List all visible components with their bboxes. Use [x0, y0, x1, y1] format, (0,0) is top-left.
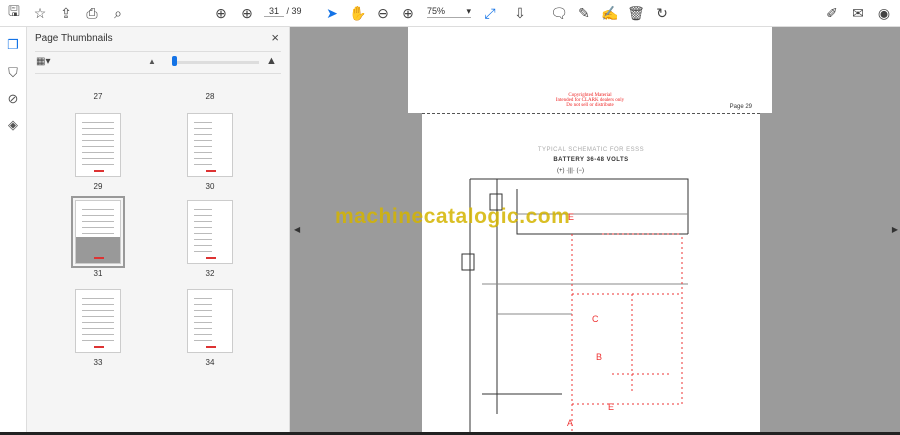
print-icon[interactable]: ⎙	[82, 4, 102, 22]
bookmark-star-icon[interactable]: ☆	[30, 4, 50, 22]
thumbnail-label: 27	[93, 92, 103, 101]
large-thumbs-icon[interactable]: ▲	[266, 55, 277, 67]
total-pages: / 39	[286, 6, 302, 16]
delete-icon[interactable]: 🗑	[626, 4, 646, 22]
panel-title: Page Thumbnails	[35, 33, 113, 44]
email-icon[interactable]: ✉	[848, 4, 868, 22]
account-icon[interactable]: ◉	[874, 4, 894, 22]
page-input[interactable]: 31	[264, 6, 284, 17]
thumbnail-page-33[interactable]	[75, 289, 121, 353]
hand-icon[interactable]: ✋	[348, 4, 368, 22]
slider-handle[interactable]	[172, 56, 177, 66]
rotate-icon[interactable]: ↻	[652, 4, 672, 22]
svg-text:(+) ·|||· (−): (+) ·|||· (−)	[557, 168, 584, 174]
thumbnail-label: 34	[205, 358, 215, 367]
zoom-value: 75%	[427, 6, 446, 16]
layers-icon[interactable]: ◈	[6, 117, 20, 132]
fit-page-icon[interactable]: ⤢	[480, 4, 500, 22]
attachment-icon[interactable]: ⊘	[6, 91, 20, 106]
pdf-page-29: Copyrighted Material Intended for CLARK d…	[408, 27, 772, 113]
collapse-right-icon[interactable]: ▶	[892, 225, 898, 234]
watermark: machinecatalogic.com	[335, 205, 571, 228]
close-icon[interactable]: ×	[271, 30, 279, 45]
prev-page-icon[interactable]: ⊕	[211, 4, 231, 22]
svg-text:A: A	[567, 418, 573, 428]
thumbnail-label: 30	[205, 182, 215, 191]
thumbnail-page-31[interactable]	[71, 196, 125, 268]
thumbnail-page-32[interactable]	[187, 200, 233, 264]
pdf-page-30: TYPICAL SCHEMATIC FOR ESSS BATTERY 36-48…	[422, 113, 760, 432]
thumbnail-label: 29	[93, 182, 103, 191]
thumbnail-list: 27 28 29 30 31 32 33 34	[35, 80, 275, 380]
thumbnail-page-30[interactable]	[187, 113, 233, 177]
bookmark-icon[interactable]: ⛉	[6, 65, 20, 80]
small-thumbs-icon[interactable]: ▲	[148, 57, 156, 66]
wiring-schematic: (+) ·|||· (−) ECBAE	[461, 168, 689, 432]
select-cursor-icon[interactable]: ➤	[322, 4, 342, 22]
document-scrollbar[interactable]	[882, 27, 890, 432]
comment-icon[interactable]: 🗨	[549, 4, 569, 22]
search-icon[interactable]: ⌕	[108, 4, 128, 22]
upload-icon[interactable]: ⇪	[56, 4, 76, 22]
svg-text:B: B	[596, 352, 602, 362]
zoom-out-icon[interactable]: ⊖	[373, 4, 393, 22]
thumbnail-options-icon[interactable]: ▦▾	[36, 56, 50, 67]
thumbnail-label: 33	[93, 358, 103, 367]
page-indicator: 31 / 39	[264, 6, 302, 17]
thumbnail-label: 32	[205, 269, 215, 278]
thumbnail-size-slider[interactable]	[172, 61, 259, 64]
toolbar: 🖫 ☆ ⇪ ⎙ ⌕ ⊕ ⊕ 31 / 39 ➤ ✋ ⊖ ⊕ 75% ▾ ⤢ ⇩ …	[0, 0, 900, 27]
copyright-notice: Copyrighted Material Intended for CLARK d…	[555, 93, 625, 108]
thumbnail-label: 31	[93, 269, 103, 278]
page-number: Page 29	[729, 104, 752, 110]
svg-text:E: E	[608, 402, 614, 412]
fill-sign-icon[interactable]: ✐	[822, 4, 842, 22]
thumbnail-page-29[interactable]	[75, 113, 121, 177]
thumbnail-page-34[interactable]	[187, 289, 233, 353]
document-view: ◀ ▶ Copyrighted Material Intended for CLA…	[290, 27, 900, 432]
next-page-icon[interactable]: ⊕	[237, 4, 257, 22]
page-thumbnails-icon[interactable]: ❐	[6, 37, 20, 52]
thumbnail-label: 28	[205, 92, 215, 101]
zoom-select[interactable]: 75% ▾	[427, 6, 471, 18]
chevron-down-icon: ▾	[466, 6, 471, 16]
divider	[35, 51, 281, 52]
save-icon[interactable]: 🖫	[4, 3, 24, 22]
left-rail: ❐ ⛉ ⊘ ◈	[0, 27, 27, 432]
scroll-mode-icon[interactable]: ⇩	[510, 4, 530, 22]
collapse-left-icon[interactable]: ◀	[294, 225, 300, 234]
svg-text:C: C	[592, 314, 599, 324]
sign-icon[interactable]: ✍	[600, 4, 620, 22]
thumbnails-panel: Page Thumbnails × ▦▾ ▲ ▲ 27 28 29 30 31 32 33 3…	[27, 27, 310, 432]
highlight-pen-icon[interactable]: ✎	[574, 4, 594, 22]
divider	[35, 73, 281, 74]
zoom-in-icon[interactable]: ⊕	[398, 4, 418, 22]
